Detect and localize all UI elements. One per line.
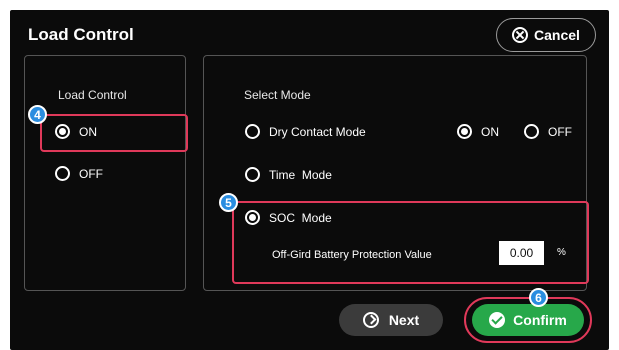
dry-contact-mode-label: Dry Contact Mode	[269, 124, 366, 139]
radio-dry-contact-on-icon[interactable]	[457, 124, 472, 139]
battery-protection-unit: %	[557, 247, 566, 258]
next-button-label: Next	[388, 312, 420, 328]
soc-mode-label: SOC Mode	[269, 210, 332, 225]
confirm-button-label: Confirm	[513, 312, 567, 328]
dry-contact-on-label: ON	[481, 124, 499, 139]
check-circle-icon	[489, 312, 506, 328]
callout-badge-5: 5	[219, 193, 238, 212]
radio-on-icon[interactable]	[55, 124, 70, 139]
radio-time-mode-icon[interactable]	[245, 167, 260, 182]
radio-dry-contact-off-icon[interactable]	[524, 124, 539, 139]
load-control-on-option[interactable]: ON	[55, 124, 97, 139]
load-control-off-option[interactable]: OFF	[55, 166, 103, 181]
confirm-button[interactable]: Confirm	[472, 304, 584, 336]
soc-mode-option[interactable]: SOC Mode	[245, 210, 332, 225]
load-control-off-label: OFF	[79, 166, 103, 181]
next-button[interactable]: Next	[339, 304, 443, 336]
radio-soc-mode-icon[interactable]	[245, 210, 260, 225]
cancel-button-label: Cancel	[534, 27, 580, 43]
radio-dry-contact-icon[interactable]	[245, 124, 260, 139]
dry-contact-off-label: OFF	[548, 124, 572, 139]
time-mode-label: Time Mode	[269, 167, 332, 182]
close-circle-icon	[512, 27, 529, 43]
cancel-button[interactable]: Cancel	[496, 18, 596, 52]
battery-protection-label: Off-Gird Battery Protection Value	[272, 249, 432, 261]
dry-contact-on-option[interactable]: ON	[457, 124, 499, 139]
radio-off-icon[interactable]	[55, 166, 70, 181]
callout-badge-6: 6	[529, 288, 548, 307]
dry-contact-mode-option[interactable]: Dry Contact Mode	[245, 124, 366, 139]
time-mode-option[interactable]: Time Mode	[245, 167, 332, 182]
arrow-right-circle-icon	[362, 312, 379, 328]
callout-badge-4: 4	[28, 105, 47, 124]
battery-protection-input[interactable]: 0.00	[499, 241, 544, 265]
load-control-heading: Load Control	[58, 88, 127, 102]
select-mode-heading: Select Mode	[244, 88, 311, 102]
dialog-title: Load Control	[28, 25, 134, 44]
dry-contact-off-option[interactable]: OFF	[524, 124, 572, 139]
load-control-on-label: ON	[79, 124, 97, 139]
